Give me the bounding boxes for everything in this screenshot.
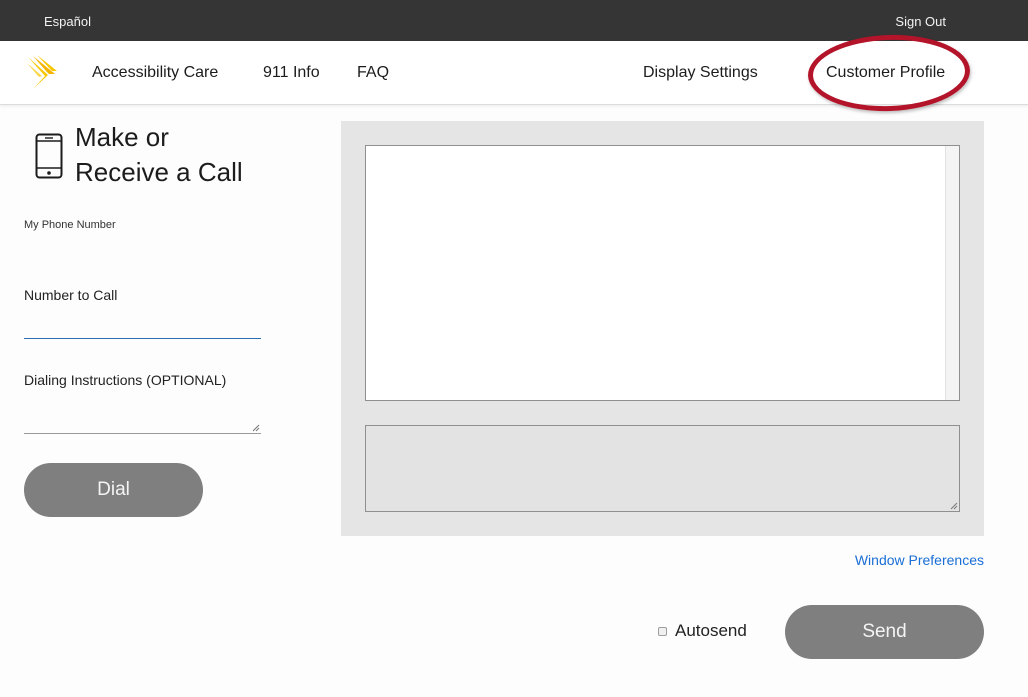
smartphone-icon xyxy=(35,133,63,179)
top-bar: Español Sign Out xyxy=(0,0,1028,41)
nav-accessibility-care[interactable]: Accessibility Care xyxy=(92,64,218,82)
transcript-scrollbar[interactable] xyxy=(945,146,959,400)
page-title-line1: Make or xyxy=(75,122,169,152)
page-title: Make or Receive a Call xyxy=(75,120,275,190)
dialing-instructions-label: Dialing Instructions (OPTIONAL) xyxy=(24,372,227,388)
message-compose-field[interactable] xyxy=(365,425,960,512)
autosend-checkbox[interactable] xyxy=(658,627,667,636)
autosend-label: Autosend xyxy=(675,621,747,640)
sprint-logo-icon[interactable] xyxy=(26,55,58,91)
my-phone-number-label: My Phone Number xyxy=(24,219,116,231)
dial-button[interactable]: Dial xyxy=(24,463,203,517)
dialing-instructions-input[interactable] xyxy=(24,398,261,434)
nav-911-info[interactable]: 911 Info xyxy=(263,64,320,82)
sign-out-link[interactable]: Sign Out xyxy=(895,14,946,29)
nav-customer-profile[interactable]: Customer Profile xyxy=(826,64,945,82)
send-button[interactable]: Send xyxy=(785,605,984,659)
nav-display-settings[interactable]: Display Settings xyxy=(643,64,758,82)
resize-grip-icon[interactable] xyxy=(950,502,958,510)
conversation-panel xyxy=(341,121,984,536)
number-to-call-label: Number to Call xyxy=(24,287,118,303)
language-link[interactable]: Español xyxy=(44,14,91,29)
resize-grip-icon[interactable] xyxy=(252,424,260,432)
page-title-line2: Receive a Call xyxy=(75,157,243,187)
number-to-call-input[interactable] xyxy=(24,311,261,339)
nav-faq[interactable]: FAQ xyxy=(357,64,389,82)
main-nav: Accessibility Care 911 Info FAQ Display … xyxy=(0,41,1028,105)
window-preferences-link[interactable]: Window Preferences xyxy=(855,552,984,568)
conversation-transcript[interactable] xyxy=(365,145,960,401)
